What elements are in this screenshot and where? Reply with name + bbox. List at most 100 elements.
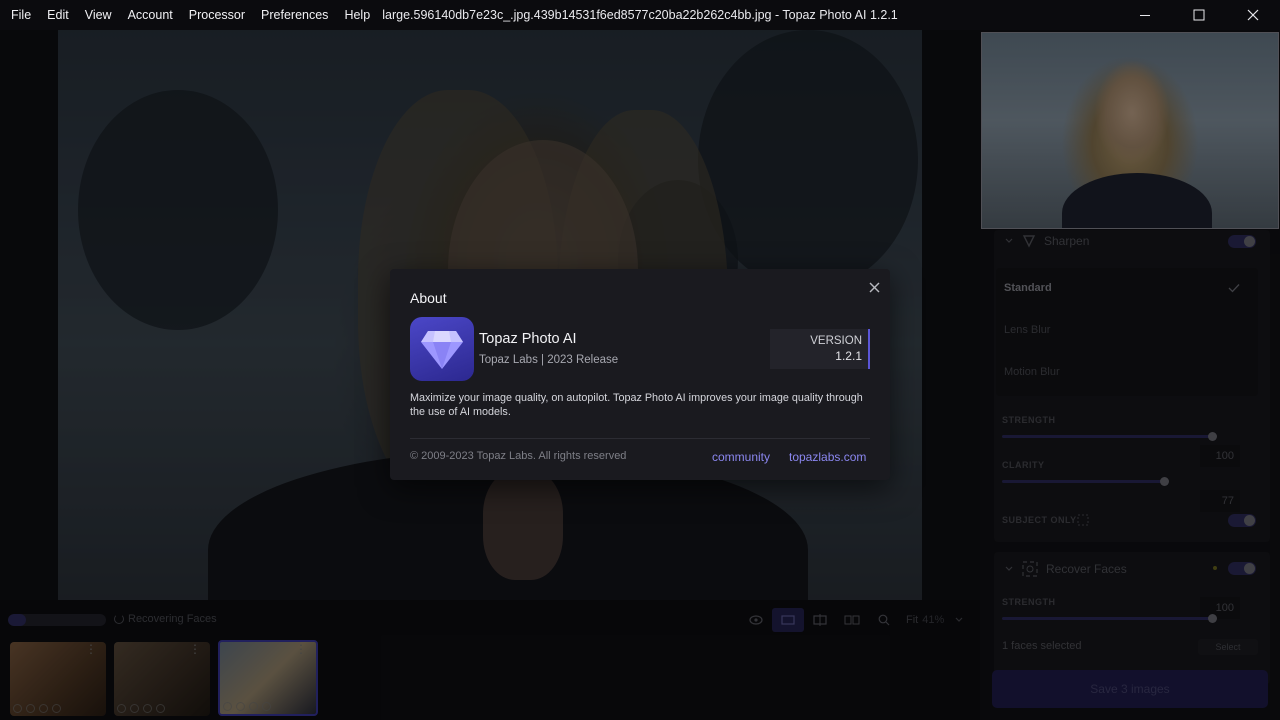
strength-slider-handle[interactable] — [1208, 432, 1217, 441]
model-standard[interactable]: Standard — [1004, 282, 1052, 294]
status-dot — [1213, 566, 1217, 570]
right-panel: Sharpen Standard Lens Blur Motion Blur S… — [980, 30, 1280, 720]
copyright-text: © 2009-2023 Topaz Labs. All rights reser… — [410, 450, 627, 462]
divider — [410, 438, 870, 439]
faces-strength-slider-handle[interactable] — [1208, 614, 1217, 623]
close-window-button[interactable] — [1226, 0, 1280, 30]
maximize-icon — [1193, 9, 1205, 21]
chevron-down-icon — [1005, 566, 1013, 571]
face-icon — [223, 702, 232, 711]
window-controls — [1118, 0, 1280, 30]
clarity-value[interactable]: 77 — [1200, 490, 1240, 512]
split-view-icon — [813, 614, 827, 626]
menu-file[interactable]: File — [3, 0, 39, 30]
minimize-button[interactable] — [1118, 0, 1172, 30]
thumbnail-3-selected[interactable]: ⋮ — [218, 640, 318, 716]
select-faces-button[interactable]: Select — [1198, 639, 1258, 655]
adjustments-panel: Sharpen Standard Lens Blur Motion Blur S… — [980, 230, 1280, 720]
title-bar: File Edit View Account Processor Prefere… — [0, 0, 1280, 30]
version-box: VERSION 1.2.1 — [770, 329, 870, 369]
model-motion-blur[interactable]: Motion Blur — [1004, 366, 1060, 378]
community-link[interactable]: community — [712, 450, 770, 464]
sharpen-title: Sharpen — [1044, 234, 1090, 248]
dialog-title: About — [410, 290, 447, 306]
clarity-slider-handle[interactable] — [1160, 477, 1169, 486]
app-subtitle: Topaz Labs | 2023 Release — [479, 354, 619, 366]
single-view-icon — [781, 615, 795, 625]
subject-only-toggle[interactable] — [1228, 514, 1256, 527]
more-options-icon[interactable]: ⋮ — [295, 643, 307, 655]
faces-strength-slider[interactable] — [1002, 617, 1212, 620]
side-by-side-icon — [844, 615, 860, 625]
sharpen-toggle[interactable] — [1228, 235, 1256, 248]
app-description: Maximize your image quality, on autopilo… — [410, 392, 863, 418]
upscale-icon — [52, 704, 61, 713]
face-icon — [130, 704, 139, 713]
model-lens-blur[interactable]: Lens Blur — [1004, 324, 1050, 336]
maximize-button[interactable] — [1172, 0, 1226, 30]
menu-view[interactable]: View — [77, 0, 120, 30]
progress-bar — [8, 614, 106, 626]
chevron-down-icon[interactable] — [954, 615, 964, 625]
window-title: large.596140db7e23c_.jpg.439b14531f6ed85… — [382, 8, 898, 22]
dialog-close-button[interactable] — [866, 279, 882, 295]
status-text: Recovering Faces — [128, 613, 217, 625]
chevron-down-icon — [1005, 238, 1013, 243]
about-dialog: About Topaz Photo AI Topaz Labs | 2023 R… — [390, 269, 890, 480]
preview-toggle-button[interactable] — [740, 608, 772, 632]
clarity-label: CLARITY — [1002, 460, 1045, 470]
zoom-mode[interactable]: Fit — [906, 614, 918, 626]
side-by-side-button[interactable] — [836, 608, 868, 632]
sharpen-icon — [39, 704, 48, 713]
more-options-icon[interactable]: ⋮ — [85, 643, 97, 655]
sharpen-header[interactable]: Sharpen — [1004, 230, 1089, 252]
face-icon — [13, 704, 22, 713]
diamond-logo-icon — [421, 331, 463, 369]
sharpen-icon — [249, 702, 258, 711]
checkmark-icon — [1228, 284, 1240, 293]
zoom-button[interactable] — [868, 608, 900, 632]
more-options-icon[interactable]: ⋮ — [189, 643, 201, 655]
denoise-icon — [236, 702, 245, 711]
clarity-slider[interactable] — [1002, 480, 1164, 483]
view-toolbar: Fit 41% — [740, 608, 964, 632]
strength-label: STRENGTH — [1002, 415, 1056, 425]
minimize-icon — [1140, 15, 1150, 16]
strength-slider[interactable] — [1002, 435, 1212, 438]
denoise-icon — [26, 704, 35, 713]
split-view-button[interactable] — [804, 608, 836, 632]
thumbnail-2[interactable]: ⋮ — [114, 642, 210, 716]
close-icon — [869, 282, 879, 292]
upscale-icon — [156, 704, 165, 713]
menu-account[interactable]: Account — [120, 0, 181, 30]
navigator-preview[interactable] — [981, 32, 1279, 229]
app-logo — [410, 317, 474, 381]
app-window: File Edit View Account Processor Prefere… — [0, 0, 1280, 720]
close-icon — [1247, 9, 1259, 21]
website-link[interactable]: topazlabs.com — [789, 450, 866, 464]
faces-selected-text: 1 faces selected — [1002, 640, 1082, 652]
sharpen-model-list: Standard Lens Blur Motion Blur — [996, 268, 1258, 396]
recover-faces-header[interactable]: Recover Faces — [1004, 558, 1127, 580]
sharpen-icon — [143, 704, 152, 713]
single-view-button[interactable] — [772, 608, 804, 632]
upscale-icon — [262, 702, 271, 711]
recover-faces-title: Recover Faces — [1046, 562, 1127, 576]
spinner-icon — [114, 614, 124, 624]
menu-preferences[interactable]: Preferences — [253, 0, 336, 30]
save-button[interactable]: Save 3 images — [992, 670, 1268, 708]
version-label: VERSION — [810, 335, 862, 347]
progress-fill — [8, 614, 26, 626]
faces-strength-label: STRENGTH — [1002, 597, 1056, 607]
menu-processor[interactable]: Processor — [181, 0, 253, 30]
zoom-icon — [878, 614, 890, 626]
menu-bar: File Edit View Account Processor Prefere… — [0, 0, 378, 30]
faces-strength-value[interactable]: 100 — [1200, 597, 1240, 619]
subject-only-label: SUBJECT ONLY — [1002, 515, 1077, 525]
bottom-bar: Recovering Faces Fit 41% ⋮ ⋮ ⋮ — [0, 600, 980, 720]
menu-edit[interactable]: Edit — [39, 0, 77, 30]
strength-value[interactable]: 100 — [1200, 445, 1240, 467]
thumbnail-1[interactable]: ⋮ — [10, 642, 106, 716]
app-name: Topaz Photo AI — [479, 331, 577, 347]
recover-faces-toggle[interactable] — [1228, 562, 1256, 575]
